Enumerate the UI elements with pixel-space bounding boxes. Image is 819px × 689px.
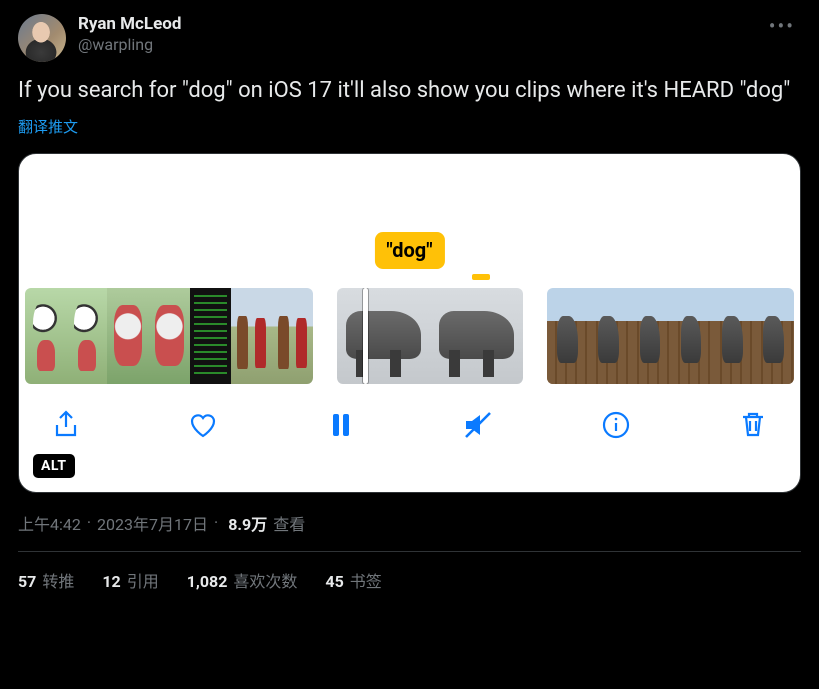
thumb — [670, 288, 711, 384]
divider — [18, 551, 801, 552]
thumb — [712, 288, 753, 384]
translate-link[interactable]: 翻译推文 — [18, 116, 78, 137]
playhead[interactable] — [363, 288, 368, 384]
caption-tick — [472, 274, 490, 280]
tweet-time[interactable]: 上午4:42 — [18, 511, 81, 535]
tweet-header: Ryan McLeod @warpling ••• — [18, 14, 801, 62]
thumb — [190, 288, 231, 384]
handle: @warpling — [78, 35, 181, 55]
retweet-label: 转推 — [42, 568, 74, 592]
media-card[interactable]: "dog" — [18, 153, 801, 493]
views-count: 8.9万 — [228, 511, 267, 535]
share-icon[interactable] — [49, 408, 83, 442]
views-label: 查看 — [273, 511, 305, 535]
clip-group-3[interactable] — [547, 288, 794, 384]
heart-icon[interactable] — [186, 408, 220, 442]
clip-group-2[interactable] — [337, 288, 523, 384]
thumb — [66, 288, 107, 384]
clip-group-1[interactable] — [25, 288, 313, 384]
bookmark-count: 45 — [325, 572, 343, 591]
thumb — [753, 288, 794, 384]
bookmarks-stat[interactable]: 45 书签 — [325, 568, 381, 592]
caption-pill: "dog" — [374, 232, 444, 269]
thumb — [430, 288, 523, 384]
thumb — [337, 288, 430, 384]
quote-label: 引用 — [127, 568, 159, 592]
media-toolbar — [19, 384, 800, 442]
tweet-container: Ryan McLeod @warpling ••• If you search … — [0, 0, 819, 592]
trash-icon[interactable] — [736, 408, 770, 442]
quote-count: 12 — [102, 572, 120, 591]
avatar[interactable] — [18, 14, 66, 62]
tweet-date[interactable]: 2023年7月17日 — [97, 511, 208, 535]
sep: · — [87, 513, 91, 532]
filmstrip[interactable] — [19, 288, 800, 384]
like-count: 1,082 — [187, 572, 228, 591]
likes-stat[interactable]: 1,082 喜欢次数 — [187, 568, 298, 592]
thumb — [547, 288, 588, 384]
thumb — [107, 288, 148, 384]
thumb — [588, 288, 629, 384]
pause-icon[interactable] — [324, 408, 358, 442]
retweets-stat[interactable]: 57 转推 — [18, 568, 74, 592]
alt-badge[interactable]: ALT — [33, 454, 75, 478]
tweet-text: If you search for "dog" on iOS 17 it'll … — [18, 76, 801, 106]
display-name: Ryan McLeod — [78, 14, 181, 35]
mute-icon[interactable] — [461, 408, 495, 442]
sep: · — [214, 513, 218, 532]
like-label: 喜欢次数 — [233, 568, 297, 592]
author-block[interactable]: Ryan McLeod @warpling — [78, 14, 181, 55]
info-icon[interactable] — [599, 408, 633, 442]
thumb — [231, 288, 272, 384]
thumb — [149, 288, 190, 384]
retweet-count: 57 — [18, 572, 36, 591]
thumb — [629, 288, 670, 384]
bookmark-label: 书签 — [350, 568, 382, 592]
stats-row: 57 转推 12 引用 1,082 喜欢次数 45 书签 — [18, 568, 801, 592]
more-icon[interactable]: ••• — [763, 14, 801, 38]
meta-row: 上午4:42 · 2023年7月17日 · 8.9万 查看 — [18, 511, 801, 535]
quotes-stat[interactable]: 12 引用 — [102, 568, 158, 592]
media-top: "dog" — [19, 154, 800, 288]
thumb — [25, 288, 66, 384]
thumb — [272, 288, 313, 384]
